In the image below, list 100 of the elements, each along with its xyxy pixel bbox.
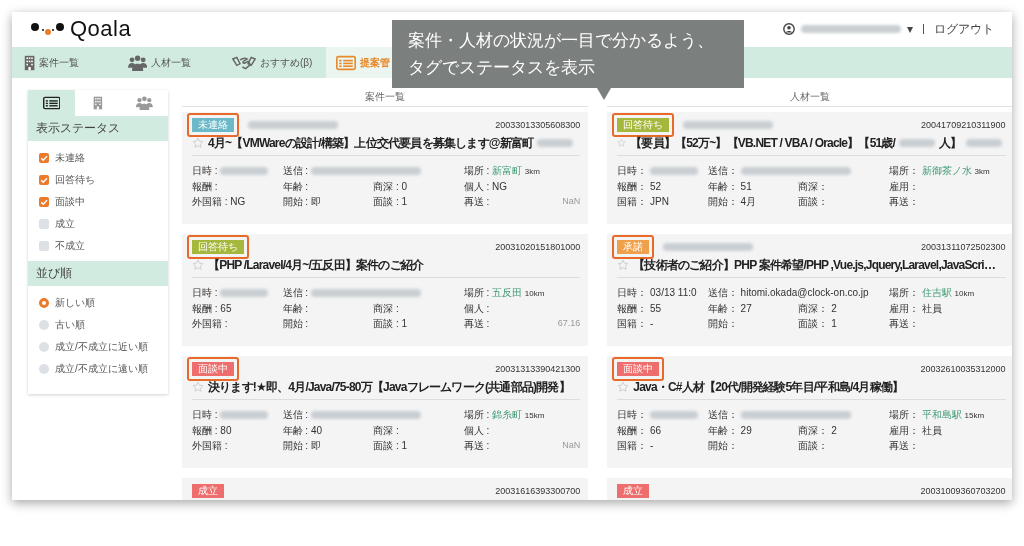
card-title[interactable]: 【要員】【52万~】【VB.NET / VBA / Oracle】【51歳/	[630, 135, 896, 150]
field-value: 面談： 1	[798, 317, 837, 330]
user-icon[interactable]	[782, 23, 795, 35]
logo-icon	[30, 21, 66, 37]
star-icon[interactable]	[192, 259, 204, 271]
field-value: 再送：	[888, 439, 919, 452]
field-label: 日時 :	[192, 409, 218, 420]
field-label: 送信 :	[282, 287, 309, 298]
distance-text: 10km	[954, 289, 975, 298]
section-title: 並び順	[28, 261, 168, 286]
nav-tab[interactable]: 案件一覧	[14, 47, 118, 78]
card-title[interactable]: 【技術者のご紹介】PHP 案件希望/PHP ,Vue.js,Jquery,Laravel,JavaScri…	[633, 257, 996, 272]
nav-tab[interactable]: おすすめ(β)	[222, 47, 326, 78]
blurred-text	[537, 139, 574, 148]
status-tag: 承諾	[617, 240, 650, 254]
card-title[interactable]: 【PHP /Laravel/4月~/五反田】案件のご紹介	[208, 257, 424, 272]
radio-label[interactable]: 古い順	[55, 318, 85, 332]
field-value: 商深：	[798, 180, 829, 193]
field-value: 再送 :	[463, 317, 490, 330]
field-label: 日時 :	[192, 287, 218, 298]
radio-button[interactable]	[39, 298, 49, 308]
field-value: 雇用： 社員	[888, 302, 942, 315]
card-title[interactable]: 人】	[939, 135, 962, 150]
blurred-text	[650, 411, 699, 420]
blurred-text	[899, 139, 936, 148]
building-icon	[93, 96, 103, 110]
list-icon	[336, 54, 356, 71]
field-label: 送信：	[707, 165, 738, 176]
field-value: 再送 :	[463, 195, 490, 208]
field-value: 商深 :	[373, 302, 399, 315]
field-value: 年齢： 29	[707, 424, 752, 437]
distance-text: 15km	[964, 411, 985, 420]
field-value: 送信： hitomi.okada@clock-on.co.jp	[707, 286, 869, 300]
star-icon[interactable]	[617, 137, 627, 149]
score-text: 67.16	[557, 317, 581, 330]
checkbox[interactable]	[39, 241, 49, 251]
status-tag: 未連絡	[192, 118, 234, 132]
field-label: 場所 :	[463, 409, 490, 420]
field-value: 報酬 : 80	[192, 424, 232, 437]
field-value: 面談 : 1	[373, 317, 408, 330]
logout-link[interactable]: ログアウト	[934, 20, 994, 38]
caret-icon[interactable]: ▾	[906, 22, 913, 36]
radio-label[interactable]: 成立/不成立に遠い順	[55, 362, 148, 376]
checkbox-label[interactable]: 未連絡	[55, 151, 85, 165]
star-icon[interactable]	[192, 137, 204, 149]
checkbox[interactable]	[39, 197, 49, 207]
checkbox-label[interactable]: 不成立	[55, 239, 85, 253]
field-value: 外国籍 :	[192, 317, 228, 330]
field-value: 報酬 :	[192, 180, 218, 193]
checkbox[interactable]	[39, 153, 49, 163]
card-title[interactable]: 決ります!★即、4月/Java/75-80万【Javaフレームワーク(共通部品)開発】	[208, 379, 570, 394]
field-value: 雇用： 社員	[888, 424, 942, 437]
status-tag: 成立	[617, 484, 650, 498]
field-value: 日時： 03/13 11:0	[617, 286, 697, 300]
field-value: 面談 : 1	[373, 195, 408, 208]
field-value: 外国籍 :	[192, 439, 228, 452]
star-icon[interactable]	[617, 259, 630, 271]
distance-text: 10km	[524, 289, 545, 298]
card-id: 20033013305608300	[495, 120, 581, 130]
field-value: 年齢： 27	[707, 302, 752, 315]
field-value: 報酬 : 65	[192, 302, 232, 315]
field-label: 送信 :	[282, 409, 309, 420]
checkbox[interactable]	[39, 175, 49, 185]
distance-text: 3km	[974, 167, 990, 176]
field-value: 個人 :	[463, 424, 490, 437]
radio-button[interactable]	[39, 320, 49, 330]
checkbox-label[interactable]: 成立	[55, 217, 75, 231]
card-id: 20031311072502300	[921, 242, 1006, 252]
field-value: 面談：	[798, 195, 829, 208]
field-value: 開始 :	[282, 317, 309, 330]
radio-button[interactable]	[39, 342, 49, 352]
checkbox[interactable]	[39, 219, 49, 229]
field-value: 商深： 2	[798, 424, 837, 437]
radio-button[interactable]	[39, 364, 49, 374]
checkbox-label[interactable]: 面談中	[55, 195, 85, 209]
score-text: NaN	[562, 195, 581, 208]
field-value: 国籍： -	[617, 439, 654, 452]
blurred-text	[965, 139, 1002, 148]
radio-label[interactable]: 成立/不成立に近い順	[55, 340, 148, 354]
field-value: 再送：	[888, 317, 919, 330]
card-title[interactable]: Java・C#人材【20代/開発経験5年目/平和島/4月稼働】	[633, 379, 904, 394]
card-title[interactable]: 4月~【VMWareの設計/構築】上位交代要員を募集します@新富町	[208, 135, 534, 150]
field-label: 場所 :	[463, 165, 490, 176]
star-icon[interactable]	[192, 381, 204, 393]
field-label: 場所：	[888, 287, 919, 298]
field-value: 報酬： 55	[617, 302, 662, 315]
nav-tab[interactable]: 人材一覧	[118, 47, 222, 78]
card-id: 20031313390421300	[495, 364, 581, 374]
distance-text: 15km	[524, 411, 545, 420]
field-value: 国籍： JPN	[617, 195, 669, 208]
checkbox-label[interactable]: 回答待ち	[55, 173, 95, 187]
blurred-text	[650, 167, 699, 176]
star-icon[interactable]	[617, 381, 630, 393]
field-label: 場所：	[888, 165, 919, 176]
field-label: 日時：	[617, 409, 648, 420]
view-tab[interactable]	[28, 90, 75, 116]
field-value: 外国籍 : NG	[192, 195, 246, 208]
radio-label[interactable]: 新しい順	[55, 296, 95, 310]
field-value: 年齢 : 40	[282, 424, 323, 437]
field-value: 年齢 :	[282, 302, 309, 315]
